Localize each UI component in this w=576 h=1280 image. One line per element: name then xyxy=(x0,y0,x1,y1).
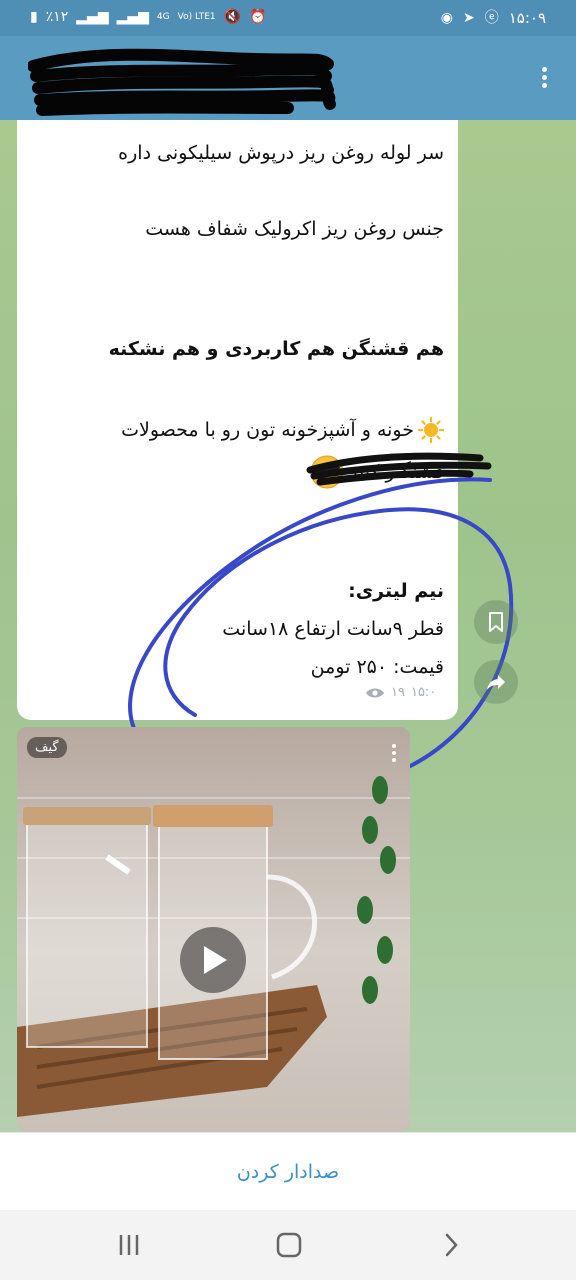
network-label: 4G xyxy=(156,12,170,22)
status-bar: ▮ ٪۱۲ ▂▄▆ ▂▄▆ 4G Vo) LTE1 🔇 ⏰ ◉ ➤ ⓔ ۱۵:۰… xyxy=(0,0,576,36)
telegram-icon: ➤ xyxy=(462,10,475,26)
message-time: ۱۵:۰ xyxy=(410,685,437,700)
system-nav-bar xyxy=(0,1210,576,1280)
message-line-1: سر لوله روغن ریز درپوش سیلیکونی داره xyxy=(118,142,444,164)
unmute-label: صدادار کردن xyxy=(236,1160,340,1183)
bookmark-button[interactable] xyxy=(474,600,518,644)
unmute-button[interactable]: صدادار کردن xyxy=(0,1132,576,1210)
message-line-6: نیم لیتری: xyxy=(348,580,444,602)
mute-icon: 🔇 xyxy=(223,9,242,25)
edge-icon: ⓔ xyxy=(484,10,499,26)
message-line-8: قیمت: ۲۵۰ تومن xyxy=(310,656,444,678)
back-icon[interactable] xyxy=(436,1230,466,1260)
message-line-4: خونه و آشپزخونه تون رو با محصولات xyxy=(121,419,414,441)
signal-icon: ▂▄▆ xyxy=(76,9,109,25)
plant-decoration xyxy=(357,776,396,1004)
message-line-3: هم قشنگن هم کاربردی و هم نشکنه xyxy=(108,338,444,360)
views-count: ۱۹ xyxy=(391,685,405,700)
sun-emoji-icon xyxy=(418,417,444,443)
message-bubble[interactable]: سر لوله روغن ریز درپوش سیلیکونی داره جنس… xyxy=(17,120,458,720)
status-right: ◉ ➤ ⓔ ۱۵:۰۹ xyxy=(441,9,546,27)
share-icon xyxy=(487,675,505,690)
message-meta: ۱۹ ۱۵:۰ xyxy=(365,685,436,700)
battery-icon: ▮ xyxy=(30,9,38,25)
message-line-7: قطر ۹سانت ارتفاع ۱۸سانت xyxy=(222,618,444,640)
home-icon[interactable] xyxy=(274,1230,304,1260)
bookmark-icon xyxy=(489,612,503,632)
alarm-icon: ⏰ xyxy=(249,9,267,25)
share-button[interactable] xyxy=(474,660,518,704)
lte-label: Vo) LTE1 xyxy=(177,12,216,22)
play-button[interactable] xyxy=(180,927,246,993)
chat-header[interactable] xyxy=(0,36,576,120)
status-time: ۱۵:۰۹ xyxy=(508,9,546,27)
status-left: ▮ ٪۱۲ ▂▄▆ ▂▄▆ 4G Vo) LTE1 🔇 ⏰ xyxy=(30,9,267,25)
message-line-2: جنس روغن ریز اکرولیک شفاف هست xyxy=(145,218,444,240)
signal-icon-2: ▂▄▆ xyxy=(116,9,149,25)
redacted-title xyxy=(28,48,336,116)
menu-icon[interactable] xyxy=(534,64,554,94)
eye-icon xyxy=(366,688,384,697)
battery-percent: ٪۱۲ xyxy=(45,9,69,25)
scribble-redaction xyxy=(306,452,492,486)
recent-apps-icon[interactable] xyxy=(114,1230,144,1260)
message-line-4-row: خونه و آشپزخونه تون رو با محصولات xyxy=(121,417,444,443)
chrome-icon: ◉ xyxy=(440,10,453,26)
play-icon xyxy=(204,946,227,974)
gif-badge: گیف xyxy=(27,737,67,758)
